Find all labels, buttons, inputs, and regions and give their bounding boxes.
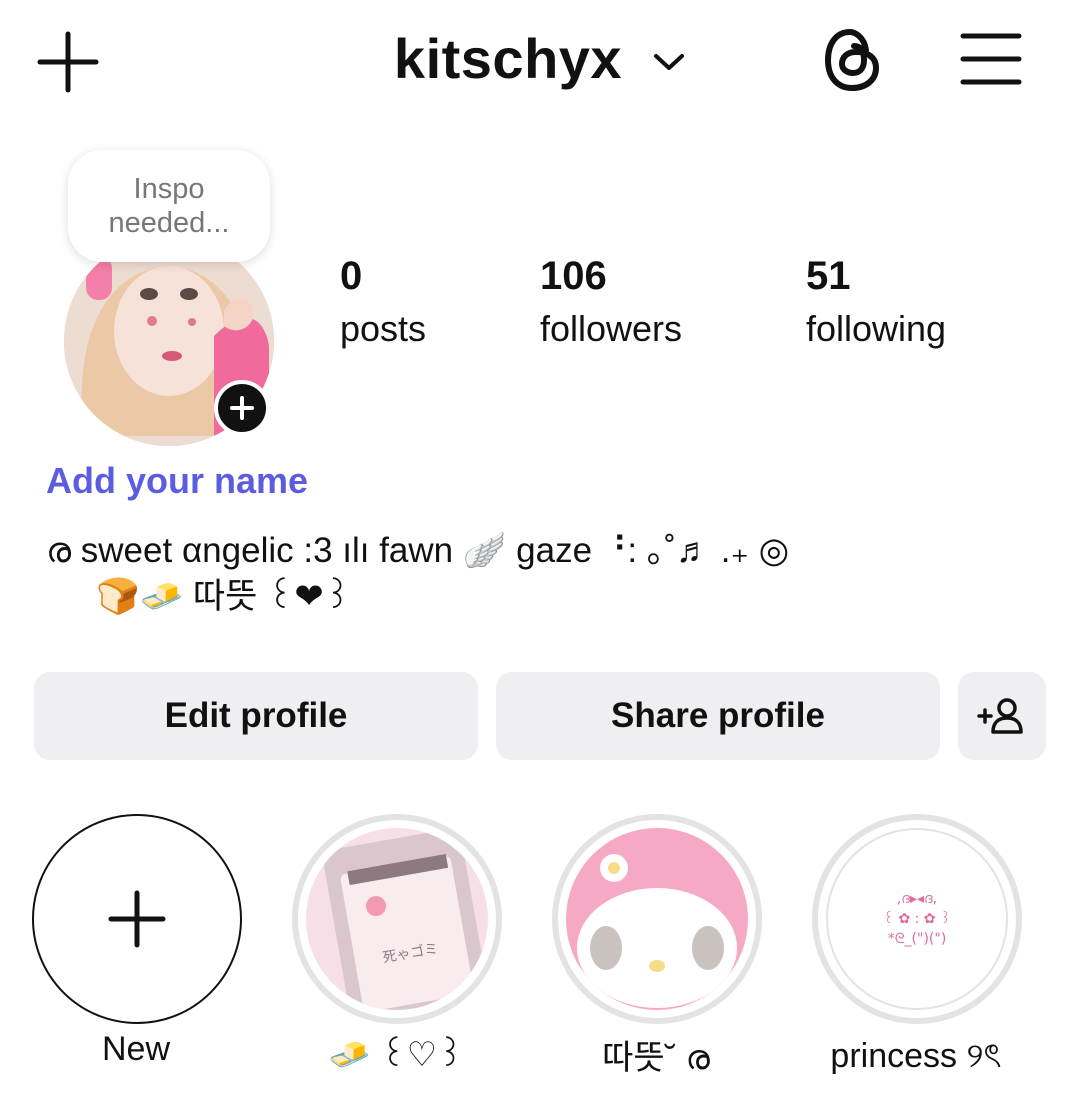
highlight-cover: ,ദ▸◂ദ, ꒰ ✿ : ✿ ꒱ *ᘓ_(")(") [826, 828, 1008, 1010]
following-label: following [806, 308, 947, 349]
highlight-cover-text: ,ദ▸◂ദ, [896, 891, 938, 907]
highlight-cover-text: ꒰ ✿ : ✿ ꒱ [883, 911, 951, 927]
threads-icon[interactable] [820, 26, 884, 94]
posts-label: posts [340, 308, 427, 349]
followers-stat[interactable]: 106 followers [540, 252, 682, 354]
highlight-cover-text: *ᘓ_(")(") [887, 931, 947, 947]
followers-label: followers [540, 308, 683, 349]
following-stat[interactable]: 51 following [806, 252, 946, 354]
bio-line-1: ര sweet αngelic :3 ılı fawn 🪽 gaze ⠘: ｡˚… [46, 531, 790, 570]
add-your-name-link[interactable]: Add your name [46, 460, 308, 502]
highlight-cover [566, 828, 748, 1010]
highlight-item[interactable] [552, 814, 762, 1024]
highlight-label[interactable]: 🧈 ꒰♡꒱ [266, 1030, 526, 1075]
note-bubble[interactable]: Inspo needed... [68, 150, 270, 262]
bio-line-2: 🍞🧈 따뜻 ꒰❤꒱ [96, 577, 352, 616]
share-profile-button[interactable]: Share profile [496, 672, 940, 760]
highlight-label[interactable]: princess ୨ৎ [786, 1030, 1046, 1087]
highlight-new[interactable] [32, 814, 242, 1024]
add-story-button[interactable] [214, 380, 270, 436]
account-switcher[interactable]: kitschyx [0, 26, 1080, 91]
add-person-icon [977, 698, 1023, 734]
chevron-down-icon[interactable] [652, 50, 686, 74]
plus-icon [230, 396, 254, 420]
note-line-1: Inspo [133, 173, 205, 205]
edit-profile-button[interactable]: Edit profile [34, 672, 478, 760]
discover-people-button[interactable] [958, 672, 1046, 760]
posts-count: 0 [340, 254, 363, 298]
highlight-item[interactable]: 死ゃゴミ [292, 814, 502, 1024]
username[interactable]: kitschyx [394, 26, 622, 91]
highlight-item[interactable]: ,ദ▸◂ദ, ꒰ ✿ : ✿ ꒱ *ᘓ_(")(") [812, 814, 1022, 1024]
highlight-label[interactable]: New [6, 1030, 266, 1069]
highlight-label[interactable]: 따뜻˘ ര [526, 1030, 786, 1079]
note-line-2: needed... [108, 207, 230, 239]
plus-icon [108, 890, 166, 948]
following-count: 51 [806, 254, 851, 298]
highlight-cover: 死ゃゴミ [306, 828, 488, 1010]
followers-count: 106 [540, 254, 607, 298]
posts-stat[interactable]: 0 posts [340, 252, 426, 354]
menu-icon[interactable] [960, 30, 1022, 88]
